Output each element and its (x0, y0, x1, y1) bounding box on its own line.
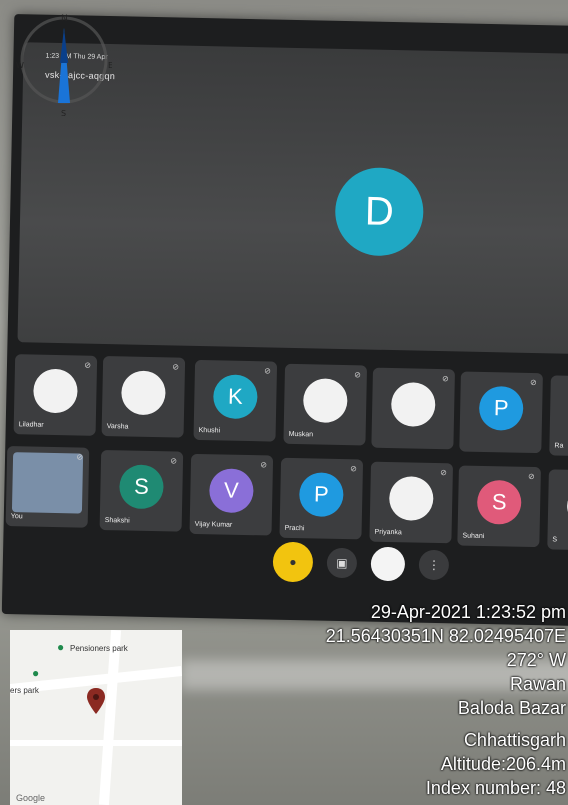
participant-avatar (390, 382, 436, 427)
geo-coordinates: 21.56430351N 82.02495407E (325, 626, 566, 646)
participant-tile[interactable]: V ⊘ Vijay Kumar (189, 453, 274, 536)
mic-off-icon: ⊘ (76, 452, 84, 462)
participant-tile[interactable]: P ⊘ Prachi (279, 457, 364, 540)
participant-name: You (10, 513, 23, 521)
location-map: ● Pensioners park ● ers park Google (10, 630, 182, 805)
participant-tile[interactable]: P ⊘ (459, 371, 543, 454)
participant-name: Liladhar (18, 421, 44, 429)
participant-tile[interactable]: ⊘ You (5, 445, 90, 528)
participant-tile[interactable]: ⊘ Priyanka (369, 461, 454, 544)
participant-avatar: K (212, 374, 258, 420)
more-button[interactable]: ⋮ (418, 549, 450, 581)
participant-tile[interactable]: ⊘ Liladhar (13, 354, 98, 436)
map-label: ers park (10, 686, 39, 695)
participant-name: Suhani (462, 532, 485, 541)
participant-name: Shakshi (104, 517, 130, 525)
participant-name: Khushi (198, 426, 221, 435)
participant-avatar (11, 452, 84, 514)
participant-name: Vijay Kumar (194, 520, 233, 529)
svg-text:N: N (61, 14, 68, 24)
google-logo: Google (16, 793, 46, 803)
participant-avatar: P (478, 385, 524, 431)
participant-name: S (552, 536, 558, 544)
participant-name: Muskan (288, 430, 314, 439)
participant-tile[interactable]: S ⊘ Shakshi (99, 449, 184, 532)
map-pin-icon: ● (57, 640, 65, 654)
participant-avatar: S (119, 464, 164, 510)
present-button[interactable] (370, 546, 406, 582)
call-controls: ● ▣ ⋮ (272, 541, 450, 586)
mic-off-icon: ⊘ (260, 460, 268, 470)
participant-avatar (388, 476, 434, 521)
mic-icon: ● (289, 554, 297, 570)
participant-name: Prachi (284, 524, 305, 533)
participant-avatar (33, 368, 78, 414)
participant-avatar: V (208, 468, 254, 514)
compass-icon: N W E S (16, 14, 112, 118)
camera-icon: ▣ (336, 555, 348, 571)
participant-name: Ra (554, 442, 564, 450)
geo-datetime: 29-Apr-2021 1:23:52 pm (370, 602, 566, 622)
participant-name: Priyanka (374, 528, 402, 537)
mic-off-icon: ⊘ (529, 377, 537, 388)
geo-state: Chhattisgarh (463, 730, 566, 750)
participant-avatar (302, 378, 348, 424)
map-pin-icon: ● (32, 666, 40, 680)
presenter-avatar: D (334, 166, 425, 257)
mic-off-icon: ⊘ (170, 456, 178, 466)
map-label: Pensioners park (70, 644, 128, 653)
geo-district: Baloda Bazar (457, 698, 566, 718)
svg-text:W: W (16, 61, 24, 70)
participant-avatar: S (476, 479, 522, 525)
mic-off-icon: ⊘ (440, 468, 447, 478)
mic-off-icon: ⊘ (264, 366, 272, 376)
participant-name: Varsha (106, 423, 129, 431)
mic-off-icon: ⊘ (442, 374, 449, 384)
geo-heading: 272° W (506, 650, 566, 670)
more-icon: ⋮ (427, 557, 441, 573)
svg-text:E: E (108, 61, 112, 70)
participant-tile[interactable]: ⊘ Muskan (283, 363, 368, 446)
participant-tile[interactable]: ⊘ Varsha (101, 355, 186, 438)
participant-tile[interactable]: ⊘S (547, 469, 568, 552)
participant-tile[interactable]: ⊘ (371, 367, 456, 450)
participant-tile[interactable]: S ⊘ Suhani (457, 465, 541, 548)
mic-off-icon: ⊘ (350, 464, 357, 474)
geo-index: Index number: 48 (425, 778, 566, 798)
mic-button[interactable]: ● (272, 541, 314, 583)
participant-tile[interactable]: K ⊘ Khushi (193, 359, 278, 442)
mic-off-icon: ⊘ (172, 362, 180, 372)
participant-tile[interactable]: ⊘Ra (549, 375, 568, 458)
mic-off-icon: ⊘ (527, 471, 535, 482)
geo-altitude: Altitude:206.4m (440, 754, 566, 774)
svg-text:S: S (61, 109, 66, 118)
location-marker-icon (87, 688, 105, 714)
participant-avatar (120, 370, 166, 416)
mic-off-icon: ⊘ (84, 360, 92, 370)
camera-button[interactable]: ▣ (326, 547, 358, 579)
participant-avatar: P (298, 472, 344, 518)
mic-off-icon: ⊘ (354, 370, 361, 380)
geo-place: Rawan (509, 674, 566, 694)
